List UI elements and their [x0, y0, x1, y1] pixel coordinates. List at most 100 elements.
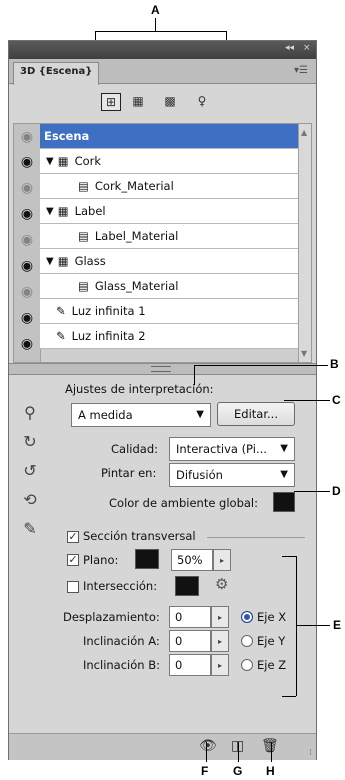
eye-icon[interactable]: ◉ [18, 309, 36, 327]
intersection-color-swatch[interactable] [175, 576, 199, 596]
axis-y-label: Eje Y [257, 634, 286, 648]
resize-grip-icon[interactable]: ⁞ [309, 748, 312, 758]
item-label: Glass [74, 254, 106, 268]
item-label: Glass_Material [94, 279, 179, 293]
quality-value: Interactiva (Pi... [176, 442, 267, 456]
group-separator [207, 537, 305, 538]
axis-z-radio[interactable] [241, 659, 253, 671]
material-icon: ▤ [78, 279, 89, 293]
quality-label: Calidad: [111, 442, 158, 456]
ambient-color-swatch[interactable] [273, 492, 295, 512]
expand-triangle-icon[interactable]: ▼ [46, 156, 54, 167]
intersection-checkbox[interactable] [67, 581, 79, 593]
item-label: Cork [74, 154, 102, 168]
close-icon[interactable]: × [303, 43, 311, 53]
scroll-up-icon[interactable]: ▲ [301, 128, 307, 137]
offset-input[interactable]: 0 [169, 606, 211, 628]
light-icon[interactable]: ♀ [193, 93, 211, 109]
toggle-visibility-icon[interactable]: 👁 [199, 738, 217, 754]
material-icon[interactable]: ▩ [161, 93, 179, 109]
callout-b-leader [194, 365, 328, 366]
plane-opacity-input[interactable]: 50% [171, 549, 213, 571]
tilt-b-stepper-icon[interactable]: ▸ [211, 654, 229, 676]
panel-bottom-bar: 👁 ◫ 🗑 ⁞ [9, 733, 316, 760]
drag-icon[interactable]: ↺ [19, 459, 41, 481]
callout-e-leader [296, 625, 330, 626]
callout-b: B [330, 357, 339, 371]
item-label: Luz infinita 2 [71, 329, 146, 343]
expand-triangle-icon[interactable]: ▼ [46, 206, 54, 217]
orbit-icon[interactable]: ⚲ [19, 401, 41, 423]
scene-header-row[interactable]: Escena [40, 124, 300, 149]
scroll-down-icon[interactable]: ▼ [301, 349, 307, 358]
ambient-color-label: Color de ambiente global: [109, 496, 259, 510]
tab-3d-scene[interactable]: 3D {Escena} [13, 62, 100, 85]
tilt-b-input[interactable]: 0 [169, 654, 211, 676]
tilt-b-label: Inclinación B: [83, 658, 160, 672]
filter-toolbar: ⊞ ▦ ▩ ♀ [9, 84, 316, 120]
mesh-icon: ▦ [57, 154, 69, 168]
callout-h-leader [271, 742, 272, 762]
mesh-icon[interactable]: ▦ [129, 93, 147, 109]
list-item[interactable]: ✎ Luz infinita 2 [40, 324, 300, 349]
plane-checkbox[interactable]: ✓ [67, 554, 79, 566]
callout-g: G [233, 764, 243, 778]
eye-icon[interactable]: ◉ [18, 128, 36, 146]
collapse-icon[interactable]: ◂◂ [285, 43, 294, 53]
slide-icon[interactable]: ⟲ [19, 488, 41, 510]
offset-stepper-icon[interactable]: ▸ [211, 606, 229, 628]
callout-b-leader-down [194, 365, 195, 385]
list-item[interactable]: ▤ Label_Material [40, 224, 300, 249]
list-item[interactable]: ▼ ▦ Glass [40, 249, 300, 274]
splitter-grip[interactable] [151, 366, 171, 372]
scene-scrollbar[interactable]: ▲ ▼ [298, 124, 311, 362]
material-icon: ▤ [78, 229, 89, 243]
callout-e-bracket [296, 556, 297, 696]
scene-icon[interactable]: ⊞ [101, 93, 121, 111]
axis-x-radio[interactable] [241, 611, 253, 623]
list-item[interactable]: ▼ ▦ Cork [40, 149, 300, 174]
eye-icon[interactable]: ◉ [18, 283, 36, 301]
flip-section-icon[interactable]: ⚙ [215, 575, 228, 593]
render-preset-dropdown[interactable]: A medida ▼ [71, 403, 211, 427]
edit-button[interactable]: Editar... [217, 402, 295, 426]
eye-icon[interactable]: ◉ [18, 179, 36, 197]
visibility-column: ◉ ◉ ◉ ◉ ◉ ◉ ◉ ◉ ◉ [14, 124, 41, 362]
axis-y-radio[interactable] [241, 635, 253, 647]
paint-on-dropdown[interactable]: Difusión ▼ [169, 463, 295, 487]
paint-on-value: Difusión [176, 468, 223, 482]
mesh-icon: ▦ [57, 204, 69, 218]
plane-color-swatch[interactable] [135, 549, 159, 569]
panel-menu-icon[interactable]: ▾☰ [294, 65, 308, 76]
chevron-down-icon: ▼ [280, 469, 288, 480]
list-item[interactable]: ▼ ▦ Label [40, 199, 300, 224]
paint-icon[interactable]: ✎ [19, 517, 41, 539]
opacity-stepper-icon[interactable]: ▸ [213, 549, 231, 571]
chevron-down-icon: ▼ [280, 443, 288, 454]
expand-triangle-icon[interactable]: ▼ [46, 256, 54, 267]
cross-section-label: Sección transversal [83, 529, 196, 543]
list-item[interactable]: ✎ Luz infinita 1 [40, 299, 300, 324]
callout-d-leader [294, 491, 330, 492]
eye-icon[interactable]: ◉ [18, 257, 36, 275]
tilt-a-stepper-icon[interactable]: ▸ [211, 630, 229, 652]
eye-icon[interactable]: ◉ [18, 153, 36, 171]
eye-icon[interactable]: ◉ [18, 231, 36, 249]
cross-section-checkbox[interactable]: ✓ [67, 531, 79, 543]
3d-panel: ◂◂ × 3D {Escena} ▾☰ ⊞ ▦ ▩ ♀ ◉ ◉ ◉ ◉ ◉ ◉ … [8, 40, 317, 760]
callout-e-top [282, 556, 296, 557]
trash-icon[interactable]: 🗑 [261, 738, 279, 754]
tilt-a-input[interactable]: 0 [169, 630, 211, 652]
scene-list: ◉ ◉ ◉ ◉ ◉ ◉ ◉ ◉ ◉ Escena ▼ ▦ Cork ▤ Cork… [13, 123, 312, 363]
axis-z-label: Eje Z [257, 658, 287, 672]
list-item[interactable]: ▤ Cork_Material [40, 174, 300, 199]
callout-a: A [151, 3, 160, 17]
eye-icon[interactable]: ◉ [18, 335, 36, 353]
render-preset-value: A medida [78, 408, 133, 422]
eye-icon[interactable]: ◉ [18, 205, 36, 223]
list-item[interactable]: ▤ Glass_Material [40, 274, 300, 299]
quality-dropdown[interactable]: Interactiva (Pi... ▼ [169, 437, 295, 461]
roll-icon[interactable]: ↻ [19, 430, 41, 452]
callout-a-stem [155, 18, 156, 32]
callout-g-leader [238, 742, 239, 762]
